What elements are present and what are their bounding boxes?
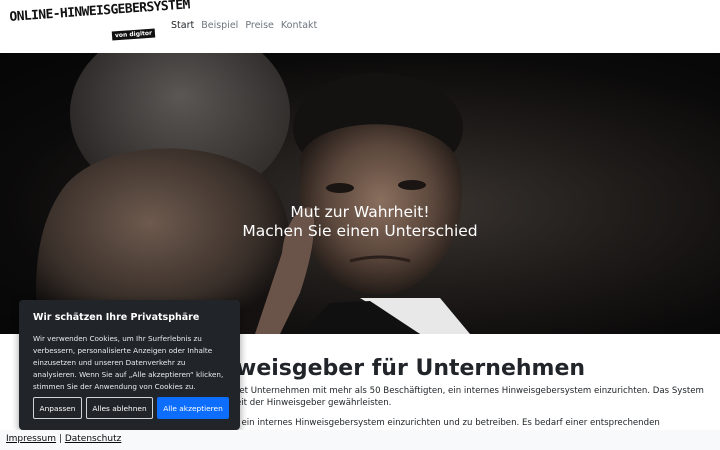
cookie-text-line: verbessern, personalisierte Anzeigen ode… [33,346,213,355]
section-heading: weisgeber für Unternehmen [236,356,586,381]
reject-all-cookies-button[interactable]: Alles ablehnen [86,397,153,419]
cookie-description: Wir verwenden Cookies, um Ihr Surferlebn… [33,333,226,393]
footer-separator: | [58,434,62,444]
cookie-title: Wir schätzen Ihre Privatsphäre [33,312,200,323]
accept-all-cookies-button[interactable]: Alle akzeptieren [157,397,229,419]
cookie-text-line: Wir verwenden Cookies, um Ihr Surferlebn… [33,334,202,343]
main-navigation: Start Beispiel Preise Kontakt [171,20,317,31]
paragraph-line: , ein internes Hinweisgebersystem einzur… [236,418,660,428]
nav-link-kontakt[interactable]: Kontakt [281,20,317,31]
impressum-link[interactable]: Impressum [6,434,56,444]
site-footer: Impressum | Datenschutz [0,430,720,450]
nav-link-preise[interactable]: Preise [245,20,274,31]
paragraph-line: tet Unternehmen mit mehr als 50 Beschäft… [236,386,704,396]
hero-image [36,53,470,334]
nav-link-start[interactable]: Start [171,20,194,31]
hero-line-1: Mut zur Wahrheit! [290,203,430,221]
customize-cookies-button[interactable]: Anpassen [33,397,82,419]
logo-tagline: von digitor [111,28,156,41]
hero-section: Mut zur Wahrheit! Machen Sie einen Unter… [0,53,720,334]
cookie-text-line: einzusetzen und unseren Datenverkehr zu [33,358,186,367]
cookie-button-group: Anpassen Alles ablehnen Alle akzeptieren [33,397,229,419]
hero-headline: Mut zur Wahrheit! Machen Sie einen Unter… [0,203,720,241]
site-header: ONLINE-HINWEISGEBERSYSTEM von digitor St… [0,0,720,53]
cookie-text-line: analysieren. Wenn Sie auf „Alle akzeptie… [33,370,224,379]
logo-wordmark: ONLINE-HINWEISGEBERSYSTEM [9,0,191,25]
cookie-text-line: stimmen Sie der Anwendung von Cookies zu… [33,382,196,391]
datenschutz-link[interactable]: Datenschutz [65,434,122,444]
hero-line-2: Machen Sie einen Unterschied [242,222,478,240]
cookie-consent-banner: Wir schätzen Ihre Privatsphäre Wir verwe… [19,300,240,430]
nav-link-beispiel[interactable]: Beispiel [201,20,238,31]
paragraph-line: eit der Hinweisgeber gewährleisten. [236,398,392,408]
site-logo[interactable]: ONLINE-HINWEISGEBERSYSTEM von digitor [9,0,190,48]
